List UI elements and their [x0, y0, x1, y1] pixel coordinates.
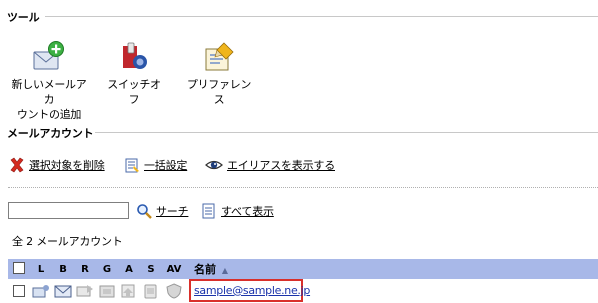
column-header-name[interactable]: 名前 ▲ [194, 261, 228, 277]
new-mail-account-icon [32, 40, 66, 74]
tool-switch-off[interactable]: スイッチオフ [104, 40, 164, 107]
show-all-link[interactable]: すべて表示 [221, 203, 274, 219]
account-email-link[interactable]: sample@sample.ne.jp [194, 284, 310, 297]
mail-user-icon [32, 283, 50, 299]
forward-mail-icon [76, 283, 94, 299]
delete-selected-link[interactable]: 選択対象を削除 [29, 157, 105, 173]
bulk-settings-icon [124, 157, 140, 173]
status-a-cell [118, 283, 140, 302]
bulk-settings-link[interactable]: 一括設定 [144, 157, 187, 173]
preferences-label: プリファレンス [186, 78, 252, 106]
antivirus-shield-icon [165, 282, 183, 299]
search-link[interactable]: サーチ [156, 203, 189, 219]
switch-off-icon [117, 40, 151, 74]
status-g-cell [96, 283, 118, 302]
search-button[interactable]: サーチ [136, 203, 189, 219]
accounts-section-title: メールアカウント [7, 127, 94, 140]
status-av-cell [162, 282, 186, 302]
table-header: L B R G A S AV 名前 ▲ [8, 259, 598, 279]
column-header-s[interactable]: S [140, 264, 162, 275]
sort-ascending-icon: ▲ [221, 266, 228, 275]
list-document-icon [201, 203, 217, 219]
column-header-b[interactable]: B [52, 264, 74, 275]
actions-separator [8, 187, 598, 188]
action-delete-selected[interactable]: 選択対象を削除 [9, 157, 105, 173]
switch-off-label: スイッチオフ [107, 78, 161, 106]
select-all-checkbox[interactable] [13, 261, 25, 274]
tool-new-mail-account[interactable]: 新しいメールアカ ウントの追加 [8, 40, 90, 122]
autoresponder-icon [120, 283, 138, 299]
new-mail-account-label-line1: 新しいメールアカ [11, 78, 87, 106]
column-header-a[interactable]: A [118, 264, 140, 275]
status-r-cell [74, 283, 96, 302]
action-show-aliases[interactable]: エイリアスを表示する [205, 157, 335, 173]
new-mail-account-label-line2: ウントの追加 [16, 108, 82, 121]
account-count: 全 2 メールアカウント [12, 235, 123, 248]
name-header-label: 名前 [194, 263, 216, 276]
tools-section-divider [45, 16, 598, 17]
row-checkbox[interactable] [13, 284, 25, 297]
preferences-icon [202, 40, 236, 74]
eye-icon [205, 157, 223, 173]
search-input[interactable] [8, 202, 129, 219]
tools-section-title: ツール [7, 11, 40, 24]
action-bulk-settings[interactable]: 一括設定 [124, 157, 187, 173]
select-all-cell [8, 261, 30, 277]
column-header-g[interactable]: G [96, 264, 118, 275]
column-header-av[interactable]: AV [162, 264, 186, 275]
row-select-cell [8, 284, 30, 300]
envelope-icon [54, 283, 72, 299]
tool-preferences[interactable]: プリファレンス [186, 40, 252, 107]
status-b-cell [52, 283, 74, 302]
show-all-button[interactable]: すべて表示 [201, 203, 274, 219]
status-l-cell [30, 283, 52, 302]
show-aliases-link[interactable]: エイリアスを表示する [227, 157, 335, 173]
column-header-r[interactable]: R [74, 264, 96, 275]
delete-x-icon [9, 157, 25, 173]
accounts-section-divider [95, 132, 598, 133]
column-header-l[interactable]: L [30, 264, 52, 275]
spam-filter-icon [142, 283, 160, 299]
group-icon [98, 283, 116, 299]
status-s-cell [140, 283, 162, 302]
magnifier-icon [136, 203, 152, 219]
